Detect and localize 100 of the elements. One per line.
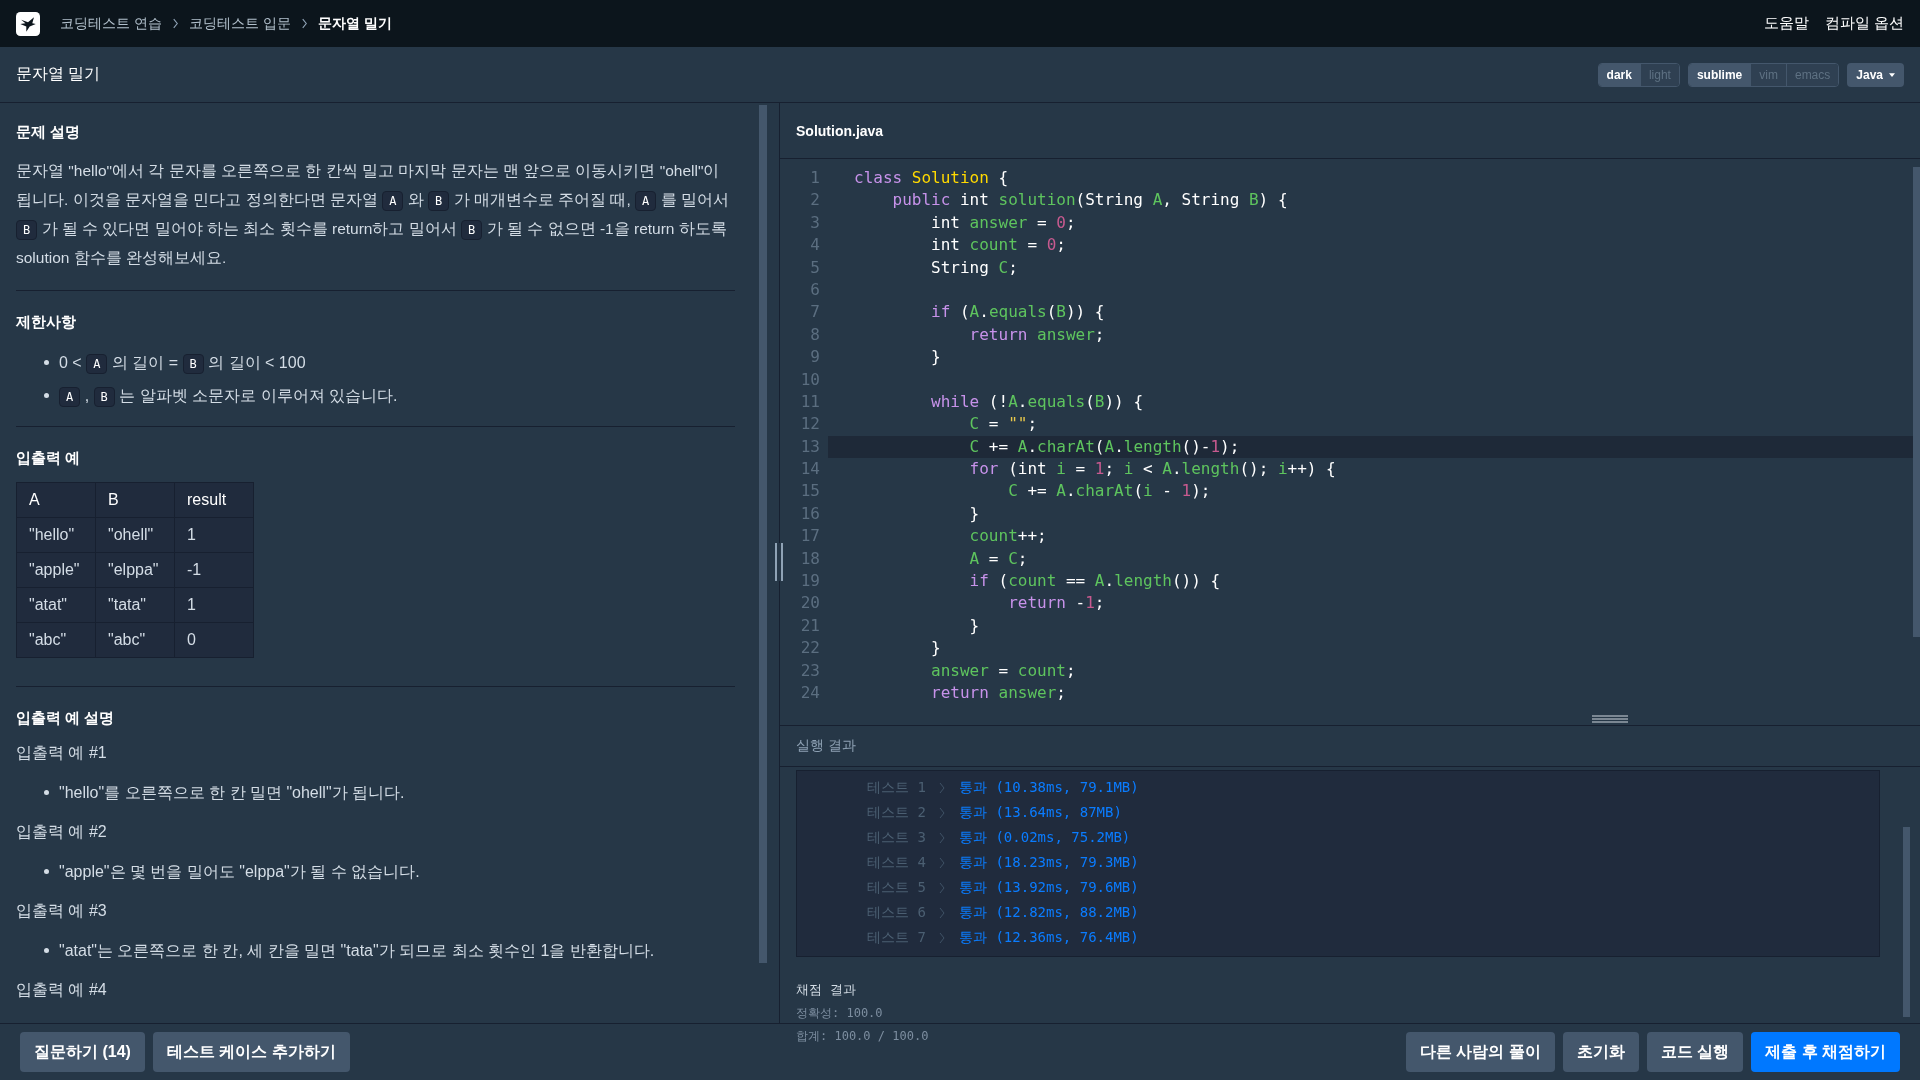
keymap-toggle[interactable]: sublime (1688, 63, 1751, 86)
code-line: if (count == A.length()) { (968, 570, 1221, 593)
action-button[interactable]: 제출 후 채점하기 (1751, 1032, 1900, 1072)
line-number: 8 (809, 323, 820, 346)
nav-link[interactable]: 도움말 (1763, 14, 1809, 33)
chevron-right-icon (939, 931, 945, 944)
code-line: int count = 0; (930, 234, 1066, 257)
table-cell: 1 (174, 587, 254, 623)
code-line: } (968, 502, 980, 525)
constraint-item: A , B 는 알파벳 소문자로 이루어져 있습니다. (59, 379, 398, 412)
code-line: String C; (930, 256, 1018, 279)
breadcrumb-link[interactable]: 문자열 밀기 (317, 14, 392, 33)
breadcrumb-link[interactable]: 코딩테스트 입문 (188, 14, 291, 33)
table-cell: "abc" (16, 622, 96, 658)
chevron-right-icon (939, 906, 945, 919)
test-result: 통과 (12.82ms, 88.2MB) (959, 903, 1139, 922)
code-line: } (968, 614, 980, 637)
explanation-item: "atat"는 오른쪽으로 한 칸, 세 칸을 밀면 "tata"가 되므로 최소 횟수인 1을 반환합니다. (59, 941, 655, 961)
line-number: 20 (799, 592, 820, 615)
line-number: 15 (799, 480, 820, 503)
chevron-right-icon (939, 831, 945, 844)
line-number: 23 (799, 659, 820, 682)
line-number: 12 (799, 413, 820, 436)
explanation-item: "hello"를 오른쪽으로 한 칸 밀면 "ohell"가 됩니다. (59, 783, 405, 803)
test-result: 통과 (12.36ms, 76.4MB) (959, 928, 1139, 947)
chevron-right-icon (939, 781, 945, 794)
line-number: 3 (809, 211, 820, 234)
chevron-right-icon (300, 18, 308, 29)
table-cell: "tata" (95, 587, 175, 623)
table-cell: "hello" (16, 517, 96, 553)
table-cell: "ohell" (95, 517, 175, 553)
nav-link[interactable]: 컴파일 옵션 (1824, 14, 1904, 33)
table-cell: -1 (174, 552, 254, 588)
theme-toggle[interactable]: dark (1598, 63, 1640, 86)
file-tab[interactable]: Solution.java (796, 122, 884, 139)
code-line: if (A.equals(B)) { (930, 301, 1105, 324)
code-line: } (930, 346, 941, 369)
grading-score: 합계: 100.0 / 100.0 (796, 1028, 930, 1045)
action-button[interactable]: 코드 실행 (1646, 1032, 1744, 1072)
table-cell: "atat" (16, 587, 96, 623)
scrollbar-thumb[interactable] (1913, 167, 1920, 637)
section-title: 입출력 예 (16, 449, 82, 468)
example-heading: 입출력 예 #1 (16, 743, 108, 763)
language-dropdown[interactable]: Java (1847, 62, 1904, 87)
code-line: return -1; (1007, 592, 1105, 615)
code-line: count++; (968, 525, 1047, 548)
example-heading: 입출력 예 #2 (16, 822, 108, 842)
line-number: 24 (799, 682, 820, 704)
problem-title: 문자열 밀기 (16, 64, 101, 84)
code-line: class Solution { (854, 167, 1009, 189)
resize-handle[interactable] (775, 543, 783, 581)
table-cell: "apple" (16, 552, 96, 588)
test-result: 통과 (13.92ms, 79.6MB) (959, 878, 1139, 897)
scrollbar-thumb[interactable] (759, 105, 767, 963)
action-button[interactable]: 질문하기 (14) (20, 1032, 145, 1072)
line-number: 1 (809, 167, 820, 189)
code-line: public int solution(String A, String B) { (891, 189, 1288, 212)
scrollbar-thumb[interactable] (1903, 827, 1910, 1017)
bullet-icon (44, 948, 49, 953)
line-number: 4 (809, 234, 820, 257)
code-line: answer = count; (930, 659, 1076, 682)
action-button[interactable]: 초기화 (1562, 1032, 1639, 1072)
drag-handle-icon[interactable] (1592, 715, 1628, 723)
line-number: 6 (809, 278, 820, 301)
line-number: 19 (799, 570, 820, 593)
code-line: C += A.charAt(i - 1); (1007, 480, 1211, 503)
action-button[interactable]: 다른 사람의 풀이 (1405, 1032, 1555, 1072)
line-number: 11 (799, 390, 820, 413)
grading-title: 채점 결과 (796, 981, 857, 999)
bullet-icon (44, 360, 49, 365)
table-cell: 1 (174, 517, 254, 553)
line-number: 9 (809, 346, 820, 369)
test-result: 통과 (18.23ms, 79.3MB) (959, 853, 1139, 872)
code-line: C += A.charAt(A.length()-1); (968, 435, 1240, 458)
code-line: for (int i = 1; i < A.length(); i++) { (968, 458, 1336, 481)
explanation-item: "apple"은 몇 번을 밀어도 "elppa"가 될 수 없습니다. (59, 862, 420, 882)
example-heading: 입출력 예 #3 (16, 901, 108, 921)
line-number: 10 (799, 368, 820, 391)
bird-logo-icon[interactable] (16, 11, 40, 36)
example-heading: 입출력 예 #4 (16, 980, 108, 1000)
code-line: while (!A.equals(B)) { (930, 390, 1143, 413)
test-result: 통과 (13.64ms, 87MB) (959, 803, 1122, 822)
chevron-right-icon (939, 881, 945, 894)
code-line: } (930, 637, 941, 660)
bullet-icon (44, 790, 49, 795)
line-number: 21 (799, 614, 820, 637)
column-header: result (174, 482, 254, 518)
breadcrumb-link[interactable]: 코딩테스트 연습 (60, 14, 162, 33)
description-paragraph: 문자열 "hello"에서 각 문자를 오른쪽으로 한 칸씩 밀고 마지막 문자는 맨 앞으로 이동시키면 "ohell"이 됩니다. 이것을 문자열을 민다고 정의한다면 문자열 A 와 B 가 매개변수로 주어질 때, A 를 밀어서 B 가 될 수 있다면 밀어야 하는 최소 횟수를 return하고 밀어서 B 가 될 수 없으면 -1을 return 하도록 solution 함수를 완성해보세요. (16, 161, 730, 268)
code-line: int answer = 0; (930, 211, 1076, 234)
line-number: 17 (799, 525, 820, 548)
constraint-item: 0 < A 의 길이 = B 의 길이 < 100 (59, 346, 306, 379)
table-cell: 0 (174, 622, 254, 658)
column-header: A (16, 482, 96, 518)
line-number: 14 (799, 458, 820, 481)
panel-title: 실행 결과 (796, 737, 856, 755)
line-number: 2 (809, 189, 820, 212)
action-button[interactable]: 테스트 케이스 추가하기 (152, 1032, 350, 1072)
section-title: 제한사항 (16, 313, 77, 332)
bullet-icon (44, 393, 49, 398)
